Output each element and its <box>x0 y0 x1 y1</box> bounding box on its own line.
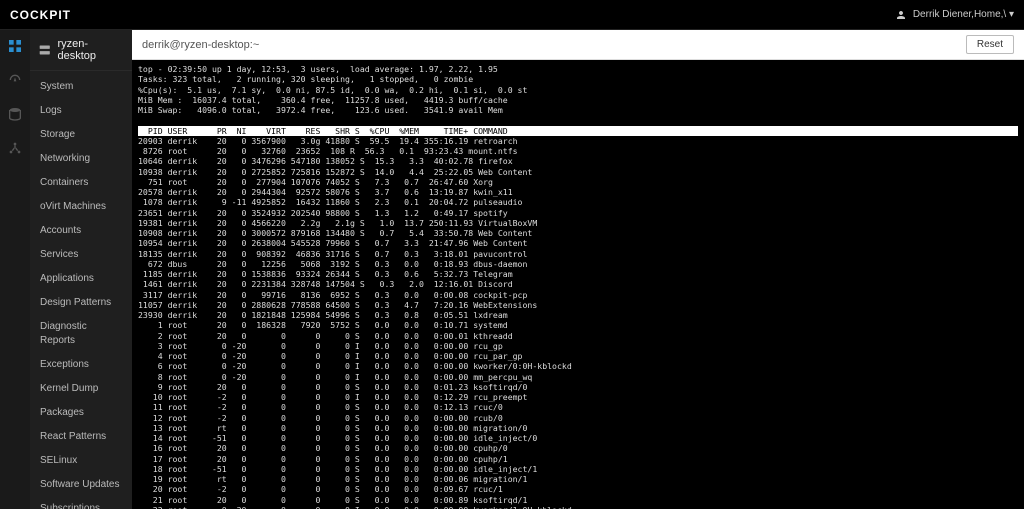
sidebar-item-software-updates[interactable]: Software Updates <box>30 473 132 497</box>
main: derrik@ryzen-desktop:~ Reset top - 02:39… <box>132 30 1024 509</box>
terminal[interactable]: top - 02:39:50 up 1 day, 12:53, 3 users,… <box>132 60 1024 509</box>
sidebar-item-react-patterns[interactable]: React Patterns <box>30 425 132 449</box>
nav-rail <box>0 30 30 509</box>
sidebar-item-subscriptions[interactable]: Subscriptions <box>30 497 132 509</box>
sidebar-host[interactable]: ryzen-desktop <box>30 30 132 71</box>
gauge-icon[interactable] <box>7 72 23 88</box>
sidebar-item-system[interactable]: System <box>30 75 132 99</box>
server-icon <box>38 43 51 57</box>
sidebar-item-design-patterns[interactable]: Design Patterns <box>30 291 132 315</box>
sidebar-item-networking[interactable]: Networking <box>30 147 132 171</box>
sidebar-item-logs[interactable]: Logs <box>30 99 132 123</box>
storage-icon[interactable] <box>7 106 23 122</box>
host-name: ryzen-desktop <box>57 38 124 62</box>
user-menu[interactable]: Derrik Diener,Home,\ ▾ <box>895 9 1014 21</box>
sidebar-item-exceptions[interactable]: Exceptions <box>30 353 132 377</box>
user-label: Derrik Diener,Home,\ ▾ <box>913 9 1014 20</box>
sidebar: ryzen-desktop SystemLogsStorageNetworkin… <box>30 30 132 509</box>
brand: COCKPIT <box>10 8 71 22</box>
breadcrumb-row: derrik@ryzen-desktop:~ Reset <box>132 30 1024 60</box>
breadcrumb: derrik@ryzen-desktop:~ <box>142 39 259 51</box>
sidebar-item-ovirt-machines[interactable]: oVirt Machines <box>30 195 132 219</box>
sidebar-item-services[interactable]: Services <box>30 243 132 267</box>
sidebar-list: SystemLogsStorageNetworkingContainersoVi… <box>30 71 132 509</box>
sidebar-item-containers[interactable]: Containers <box>30 171 132 195</box>
sidebar-item-kernel-dump[interactable]: Kernel Dump <box>30 377 132 401</box>
sidebar-item-storage[interactable]: Storage <box>30 123 132 147</box>
sidebar-item-diagnostic-reports[interactable]: Diagnostic Reports <box>30 315 132 353</box>
sidebar-item-applications[interactable]: Applications <box>30 267 132 291</box>
topbar: COCKPIT Derrik Diener,Home,\ ▾ <box>0 0 1024 30</box>
reset-button[interactable]: Reset <box>966 35 1014 54</box>
sidebar-item-packages[interactable]: Packages <box>30 401 132 425</box>
sidebar-item-accounts[interactable]: Accounts <box>30 219 132 243</box>
network-icon[interactable] <box>7 140 23 156</box>
dashboard-icon[interactable] <box>7 38 23 54</box>
user-icon <box>895 9 907 21</box>
sidebar-item-selinux[interactable]: SELinux <box>30 449 132 473</box>
